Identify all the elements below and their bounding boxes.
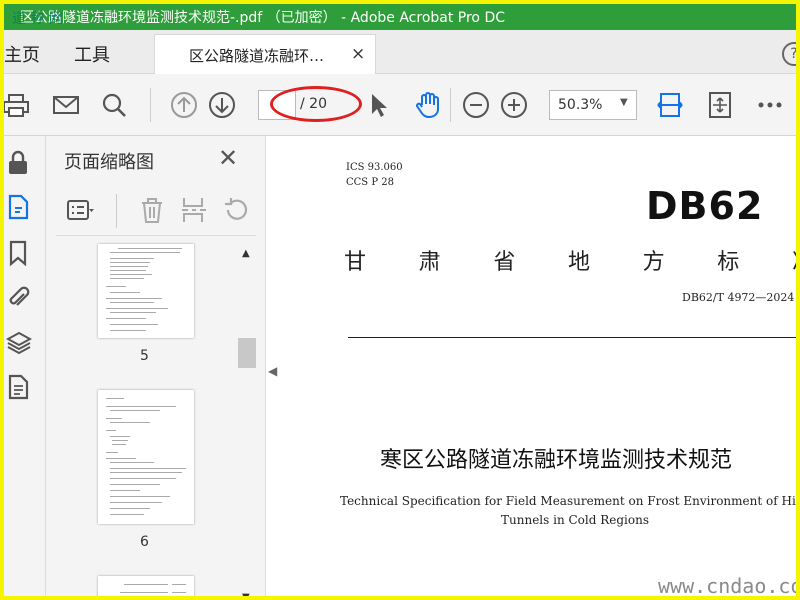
panel-separator [116,194,117,228]
collapse-panel-icon[interactable]: ◀ [268,364,277,378]
close-icon[interactable]: ✕ [218,144,238,172]
attach-page-icon[interactable] [6,194,32,220]
help-button[interactable]: ? [782,42,796,66]
annotation-oval [270,86,362,122]
rotate-icon[interactable] [222,196,250,224]
page-thumbnail[interactable] [98,576,194,596]
title-en-line: Tunnels in Cold Regions [501,513,649,527]
chevron-down-icon: ▼ [620,97,628,108]
divider [348,337,796,338]
prev-page-icon[interactable] [170,91,198,119]
layers-icon[interactable] [5,330,33,356]
scroll-down-icon[interactable]: ▼ [242,592,250,596]
print-icon[interactable] [4,91,32,119]
toolbar: / 20 50.3% ▼ [4,74,796,136]
next-page-icon[interactable] [208,91,236,119]
standard-code: DB62 [646,184,764,228]
heading-char: 准 [792,244,796,276]
hand-icon[interactable] [414,91,442,119]
thumbnail-page-number: 6 [140,534,149,550]
mail-icon[interactable] [52,91,80,119]
tab-home[interactable]: 主页 [4,41,40,67]
heading-char: 甘 [344,250,367,275]
lock-icon[interactable] [6,150,32,176]
zoom-out-icon[interactable] [462,91,490,119]
page-thumbnail[interactable] [98,390,194,524]
ics-code: ICS 93.060 [346,162,403,173]
heading-char: 地 [567,250,590,275]
document-title-en: Technical Specification for Field Measur… [340,492,800,530]
select-cursor-icon[interactable] [366,91,394,119]
search-icon[interactable] [100,91,128,119]
scroll-mode-icon[interactable] [706,91,734,119]
heading-char: 省 [493,250,516,275]
heading-char: 肃 [418,250,441,275]
paperclip-icon[interactable] [6,284,32,310]
scrollbar-thumb[interactable] [238,338,256,368]
title-en-line: Technical Specification for Field Measur… [340,494,800,508]
close-tab-icon[interactable]: × [351,44,365,64]
insert-page-icon[interactable] [180,196,208,224]
ccs-code: CCS P 28 [346,177,394,188]
site-watermark: www.cndao.com [658,574,800,598]
province-standard-heading: 甘 肃 省 地 方 标 准 [344,244,796,276]
document-title-cn: 寒区公路隧道冻融环境监测技术规范 [380,448,733,473]
title-bar: 区公路隧道冻融环境监测技术规范-.pdf （已加密） - Adobe Acrob… [4,4,796,30]
content-icon[interactable] [6,374,32,400]
page-thumbnail[interactable] [98,244,194,338]
panel-title: 页面缩略图 [64,152,154,173]
logo-watermark: 道 称 网 [12,11,63,27]
zoom-in-icon[interactable] [500,91,528,119]
document-page: ICS 93.060 CCS P 28 DB62 甘 肃 省 地 方 标 准 D… [280,136,796,596]
thumbnails-scrollbar[interactable] [238,242,256,596]
window-title: 区公路隧道冻融环境监测技术规范-.pdf （已加密） - Adobe Acrob… [20,10,506,26]
tab-document[interactable]: 区公路隧道冻融环… × [154,34,376,74]
thumbnails-panel: 页面缩略图 ✕ 5 6 ▲ ▼ [46,136,266,596]
standard-number: DB62/T 4972—2024 [682,291,795,304]
tab-tools[interactable]: 工具 [74,41,110,67]
panel-toolbar [56,186,256,236]
options-menu-icon[interactable] [66,196,94,224]
heading-char: 标 [717,250,740,275]
fit-page-icon[interactable] [656,91,684,119]
left-rail [4,136,46,596]
tab-document-label: 区公路隧道冻融环… [189,47,325,65]
heading-char: 方 [642,250,665,275]
more-icon[interactable] [756,91,784,119]
zoom-select[interactable]: 50.3% ▼ [549,90,637,120]
trash-icon[interactable] [138,196,166,224]
toolbar-separator [150,88,151,122]
bookmark-icon[interactable] [6,240,32,267]
thumbnail-page-number: 5 [140,348,149,364]
app-window: 区公路隧道冻融环境监测技术规范-.pdf （已加密） - Adobe Acrob… [0,0,800,600]
zoom-value: 50.3% [558,97,603,113]
tab-bar: 主页 工具 区公路隧道冻融环… × ? [4,30,796,74]
scroll-up-icon[interactable]: ▲ [242,248,250,259]
toolbar-separator [450,88,451,122]
